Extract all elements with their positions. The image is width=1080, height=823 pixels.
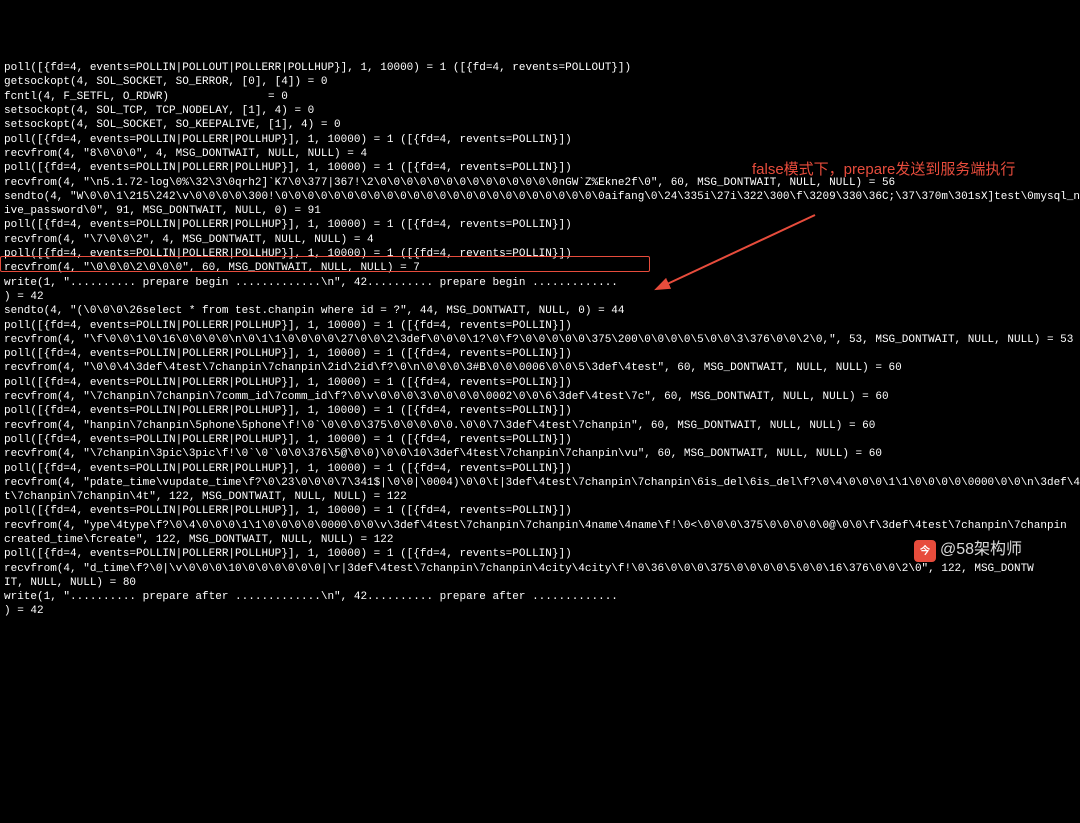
terminal-line: poll([{fd=4, events=POLLIN|POLLERR|POLLH… [4, 133, 1076, 147]
terminal-output: poll([{fd=4, events=POLLIN|POLLOUT|POLLE… [0, 57, 1080, 623]
terminal-line: poll([{fd=4, events=POLLIN|POLLERR|POLLH… [4, 347, 1076, 361]
terminal-line: poll([{fd=4, events=POLLIN|POLLERR|POLLH… [4, 462, 1076, 476]
terminal-line: fcntl(4, F_SETFL, O_RDWR) = 0 [4, 90, 1076, 104]
terminal-line: ) = 42 [4, 290, 1076, 304]
terminal-line: poll([{fd=4, events=POLLIN|POLLERR|POLLH… [4, 218, 1076, 232]
terminal-line: recvfrom(4, "\n5.1.72-log\0%\32\3\0qrh2]… [4, 176, 1076, 190]
terminal-line: poll([{fd=4, events=POLLIN|POLLERR|POLLH… [4, 376, 1076, 390]
terminal-line: setsockopt(4, SOL_SOCKET, SO_KEEPALIVE, … [4, 118, 1076, 132]
terminal-line: recvfrom(4, "\0\0\4\3def\4test\7chanpin\… [4, 361, 1076, 375]
terminal-line: recvfrom(4, "pdate_time\vupdate_time\f?\… [4, 476, 1076, 490]
terminal-line: poll([{fd=4, events=POLLIN|POLLERR|POLLH… [4, 161, 1076, 175]
terminal-line: write(1, ".......... prepare begin .....… [4, 276, 1076, 290]
terminal-line: poll([{fd=4, events=POLLIN|POLLERR|POLLH… [4, 404, 1076, 418]
terminal-line: recvfrom(4, "ype\4type\f?\0\4\0\0\0\1\1\… [4, 519, 1076, 533]
terminal-line: recvfrom(4, "\0\0\0\2\0\0\0", 60, MSG_DO… [4, 261, 1076, 275]
watermark-text: @58架构师 [940, 540, 1022, 561]
terminal-line: poll([{fd=4, events=POLLIN|POLLERR|POLLH… [4, 247, 1076, 261]
terminal-line: write(1, ".......... prepare after .....… [4, 590, 1076, 604]
terminal-line: poll([{fd=4, events=POLLIN|POLLERR|POLLH… [4, 319, 1076, 333]
terminal-line: setsockopt(4, SOL_TCP, TCP_NODELAY, [1],… [4, 104, 1076, 118]
terminal-line: getsockopt(4, SOL_SOCKET, SO_ERROR, [0],… [4, 75, 1076, 89]
terminal-line: recvfrom(4, "\7\0\0\2", 4, MSG_DONTWAIT,… [4, 233, 1076, 247]
terminal-line: poll([{fd=4, events=POLLIN|POLLOUT|POLLE… [4, 61, 1076, 75]
terminal-line: recvfrom(4, "8\0\0\0", 4, MSG_DONTWAIT, … [4, 147, 1076, 161]
terminal-line: poll([{fd=4, events=POLLIN|POLLERR|POLLH… [4, 433, 1076, 447]
terminal-line: IT, NULL, NULL) = 80 [4, 576, 1076, 590]
terminal-line: sendto(4, "(\0\0\0\26select * from test.… [4, 304, 1076, 318]
terminal-line: recvfrom(4, "d_time\f?\0|\v\0\0\0\10\0\0… [4, 562, 1076, 576]
terminal-line: ) = 42 [4, 604, 1076, 618]
terminal-line: recvfrom(4, "\7chanpin\7chanpin\7comm_id… [4, 390, 1076, 404]
terminal-line: sendto(4, "W\0\0\1\215\242\v\0\0\0\0\300… [4, 190, 1076, 204]
terminal-line: recvfrom(4, "\f\0\0\1\0\16\0\0\0\0\n\0\1… [4, 333, 1076, 347]
terminal-line: ive_password\0", 91, MSG_DONTWAIT, NULL,… [4, 204, 1076, 218]
terminal-line: recvfrom(4, "\7chanpin\3pic\3pic\f!\0`\0… [4, 447, 1076, 461]
watermark-logo-icon: 今 [914, 540, 936, 562]
terminal-line: recvfrom(4, "hanpin\7chanpin\5phone\5pho… [4, 419, 1076, 433]
terminal-line: t\7chanpin\7chanpin\4t", 122, MSG_DONTWA… [4, 490, 1076, 504]
terminal-line: poll([{fd=4, events=POLLIN|POLLERR|POLLH… [4, 504, 1076, 518]
